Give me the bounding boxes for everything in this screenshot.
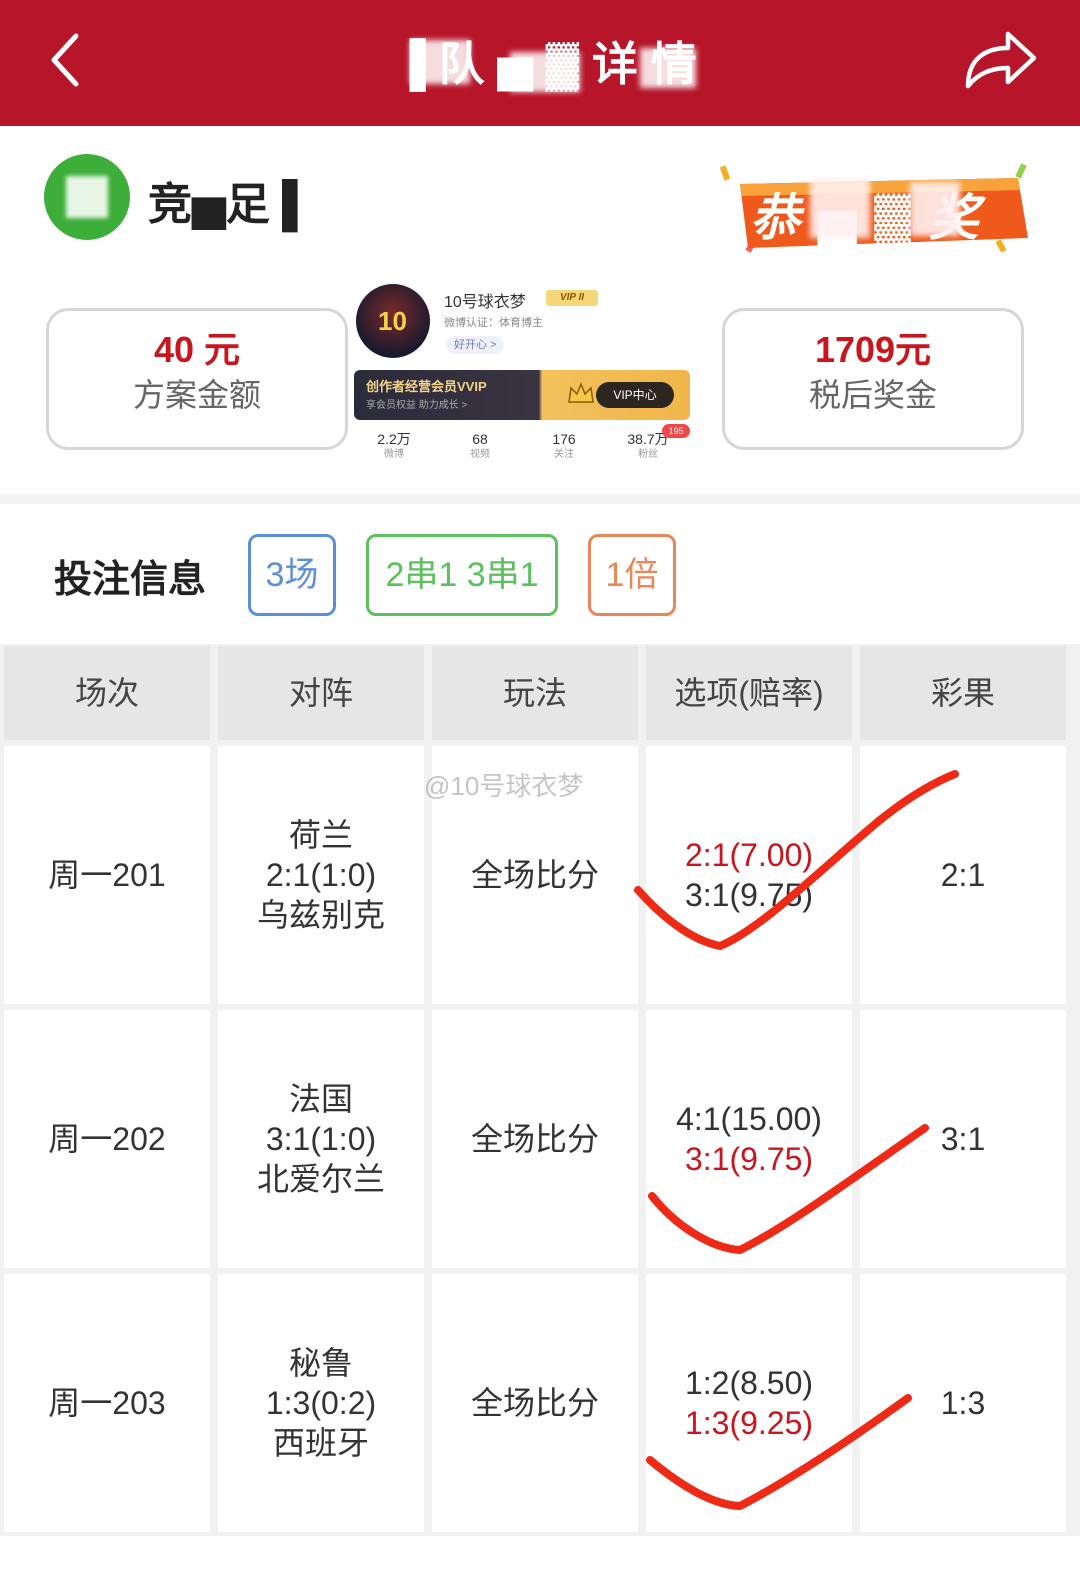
brand-name: 竞▅足 ▌ (148, 180, 314, 229)
vip-badge: VIP II (546, 290, 598, 306)
prize-badge-text: 恭 ▅ ▓ 奖 (750, 190, 979, 246)
header-result: 彩果 (860, 646, 1066, 740)
plan-amount-value: 40 元 (153, 329, 241, 370)
table-row-result: 1:3 (860, 1274, 1066, 1532)
plan-amount-box: 40 元 方案金额 (46, 308, 348, 450)
header-match-no: 场次 (4, 646, 210, 740)
table-row-matchup: 法国 3:1(1:0) 北爱尔兰 (218, 1010, 424, 1268)
table-row-result: 2:1 (860, 746, 1066, 1004)
badge-blur (910, 182, 960, 236)
table-row-matchup: 荷兰 2:1(1:0) 乌兹别克 (218, 746, 424, 1004)
bottom-strip (0, 1536, 1080, 1586)
header-play: 玩法 (432, 646, 638, 740)
brand-logo-icon (44, 154, 130, 240)
avatar[interactable]: 10 (356, 284, 430, 358)
table-row-result: 3:1 (860, 1010, 1066, 1268)
creator-banner-title: 创作者经营会员VVIP (366, 379, 487, 394)
creator-banner[interactable]: 创作者经营会员VVIP 享会员权益 助力成长 > VIP中心 (354, 370, 690, 420)
table-row-options: 1:2(8.50) 1:3(9.25) (646, 1274, 852, 1532)
badge-blur (810, 178, 870, 238)
stat-video[interactable]: 68 视频 (440, 430, 520, 462)
profile-name[interactable]: 10号球衣梦 (444, 288, 526, 312)
share-icon[interactable] (962, 24, 1040, 94)
bet-info-title: 投注信息 (54, 559, 207, 601)
stat-weibo[interactable]: 2.2万 微博 (354, 430, 434, 462)
profile-stats: 2.2万 微博 68 视频 176 关注 38.7万 粉丝 (350, 430, 694, 470)
profile-mood[interactable]: 好开心 > (446, 336, 505, 354)
plan-amount-label: 方案金额 (132, 377, 261, 413)
after-tax-label: 税后奖金 (808, 377, 937, 413)
stat-follow[interactable]: 176 关注 (524, 430, 604, 462)
header-matchup: 对阵 (218, 646, 424, 740)
weibo-watermark: @10号球衣梦 (424, 771, 584, 801)
title-blur (410, 40, 470, 84)
title-blur (510, 52, 580, 92)
creator-banner-sub: 享会员权益 助力成长 > (366, 400, 468, 411)
after-tax-value: 1709元 (814, 329, 932, 370)
fans-badge: 195 (662, 424, 690, 438)
tag-multiple: 1倍 (588, 534, 676, 616)
table-row-play: 全场比分 (432, 1010, 638, 1268)
crown-icon (568, 381, 594, 403)
profile-card[interactable]: 10 10号球衣梦 VIP II 微博认证：体育博主 好开心 > 创作者经营会员… (350, 280, 694, 472)
table-row-match-no: 周一201 (4, 746, 210, 1004)
profile-cert: 微博认证：体育博主 (444, 317, 543, 329)
tag-matches: 3场 (248, 534, 336, 616)
table-row-options: 2:1(7.00) 3:1(9.75) (646, 746, 852, 1004)
after-tax-box: 1709元 税后奖金 (722, 308, 1024, 450)
table-row-match-no: 周一203 (4, 1274, 210, 1532)
tag-parlay: 2串1 3串1 (366, 534, 558, 616)
title-blur (640, 48, 696, 88)
table-row-matchup: 秘鲁 1:3(0:2) 西班牙 (218, 1274, 424, 1532)
top-bar: ▐ 队 ▅ ▓ 详 情 (0, 0, 1080, 126)
back-arrow-icon[interactable] (46, 30, 86, 90)
table-row-play: 全场比分 (432, 1274, 638, 1532)
table-row-match-no: 周一202 (4, 1010, 210, 1268)
table-row-options: 4:1(15.00) 3:1(9.75) (646, 1010, 852, 1268)
header-option: 选项(赔率) (646, 646, 852, 740)
vip-center-button[interactable]: VIP中心 (596, 382, 674, 408)
